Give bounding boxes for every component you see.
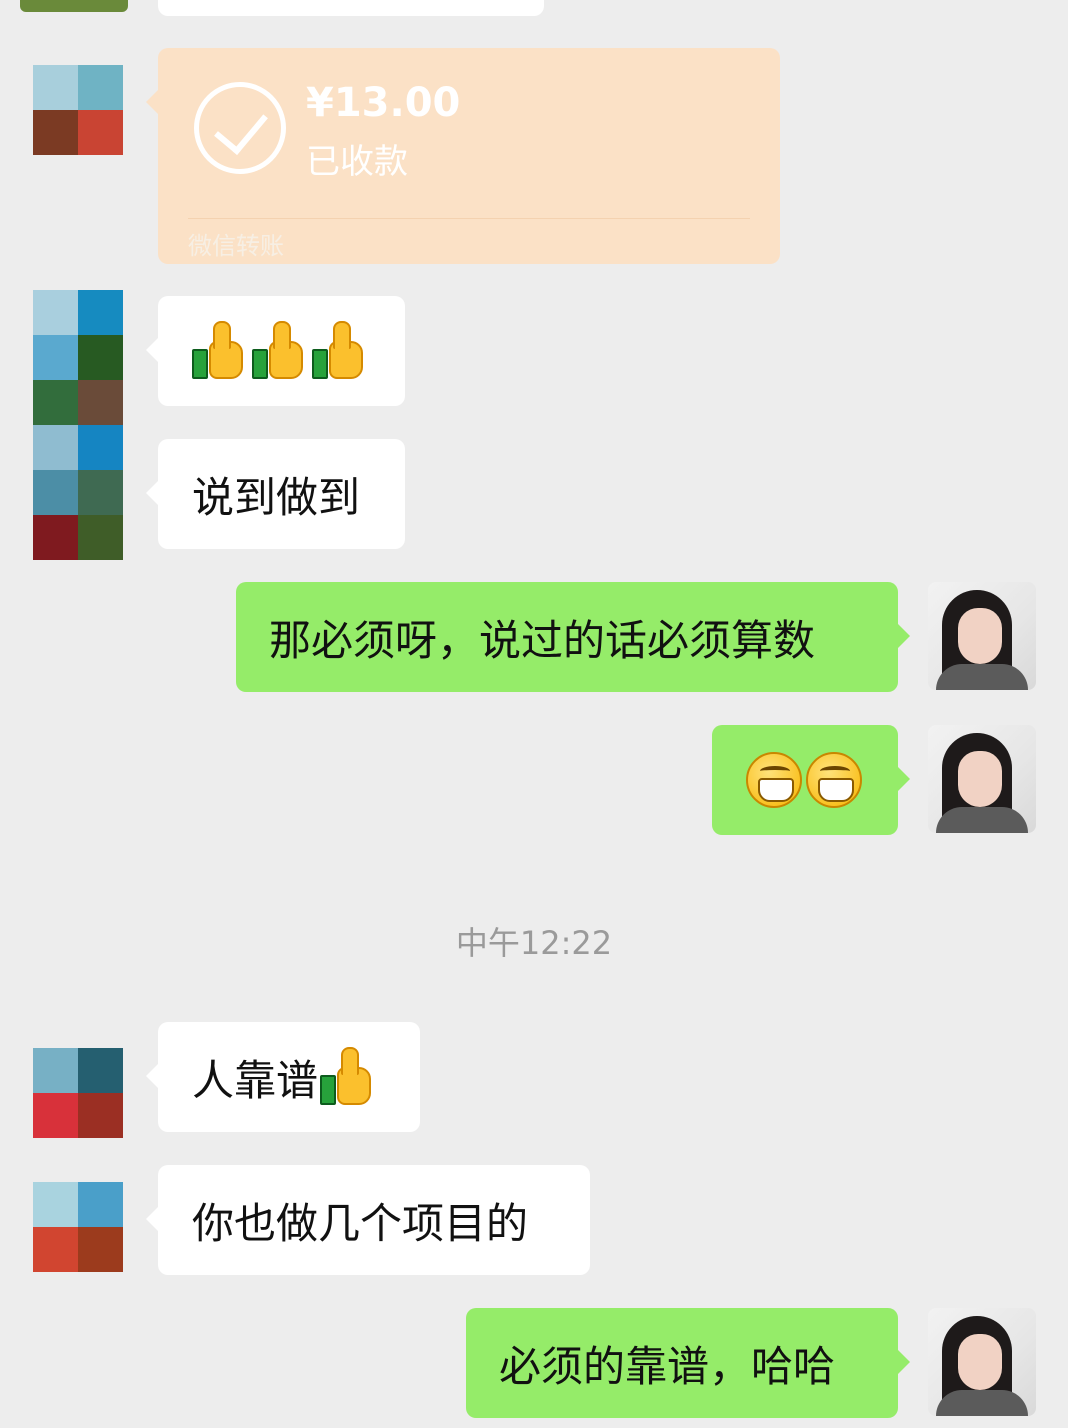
contact-avatar[interactable] <box>33 290 123 560</box>
incoming-message-bubble[interactable]: 人靠谱 <box>146 1022 420 1132</box>
transfer-divider <box>188 218 750 219</box>
thumbs-up-icon <box>192 321 250 379</box>
thumbs-up-icon <box>312 321 370 379</box>
incoming-message-bubble[interactable]: 说到做到 <box>146 439 405 549</box>
user-avatar[interactable] <box>928 1308 1036 1416</box>
outgoing-message-bubble[interactable]: 那必须呀，说过的话必须算数 <box>236 582 910 692</box>
thumbs-up-icon <box>252 321 310 379</box>
transfer-footer-label: 微信转账 <box>188 232 284 260</box>
outgoing-message-bubble[interactable]: 必须的靠谱，哈哈 <box>466 1308 910 1418</box>
transfer-status: 已收款 <box>306 142 408 182</box>
message-text: 必须的靠谱，哈哈 <box>499 1341 836 1391</box>
previous-avatar-partial[interactable] <box>20 0 128 12</box>
transfer-amount: ¥13.00 <box>306 80 461 126</box>
incoming-message-bubble[interactable] <box>146 296 405 406</box>
outgoing-message-bubble[interactable] <box>712 725 910 835</box>
thumbs-up-icon <box>320 1047 378 1105</box>
contact-avatar[interactable] <box>33 1048 123 1138</box>
message-text: 那必须呀，说过的话必须算数 <box>269 615 816 665</box>
message-text: 你也做几个项目的 <box>192 1198 529 1248</box>
previous-message-bubble-partial[interactable] <box>158 0 544 16</box>
wechat-transfer-card[interactable]: ¥13.00 已收款 微信转账 <box>146 48 780 264</box>
checkmark-icon <box>194 82 286 174</box>
user-avatar[interactable] <box>928 725 1036 833</box>
contact-avatar[interactable] <box>33 65 123 155</box>
contact-avatar[interactable] <box>33 1182 123 1272</box>
incoming-message-bubble[interactable]: 你也做几个项目的 <box>146 1165 590 1275</box>
grinning-face-icon <box>746 752 802 808</box>
chat-timestamp: 中午12:22 <box>455 924 613 962</box>
grinning-face-icon <box>806 752 862 808</box>
message-text: 人靠谱 <box>192 1055 319 1105</box>
message-text: 说到做到 <box>192 472 361 522</box>
user-avatar[interactable] <box>928 582 1036 690</box>
